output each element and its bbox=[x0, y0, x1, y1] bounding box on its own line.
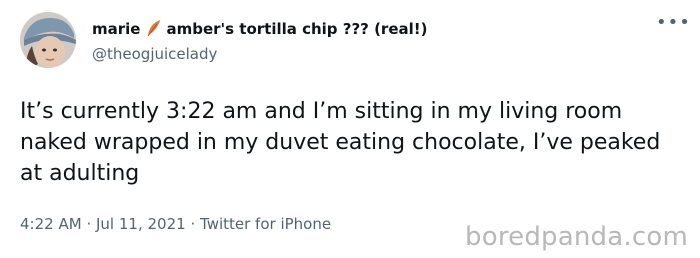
tweet-text: It’s currently 3:22 am and I’m sitting i… bbox=[20, 99, 661, 186]
feather-icon bbox=[146, 19, 162, 42]
watermark: boredpanda.com bbox=[465, 222, 688, 252]
avatar[interactable] bbox=[20, 12, 76, 68]
tweet-time[interactable]: 4:22 AM bbox=[20, 215, 82, 233]
meta-separator: · bbox=[86, 215, 92, 233]
tweet-metadata: 4:22 AM · Jul 11, 2021 · Twitter for iPh… bbox=[20, 214, 331, 234]
display-name-part1: marie bbox=[92, 20, 141, 38]
display-name[interactable]: marie amber's tortilla chip ??? (real!) bbox=[92, 19, 427, 42]
avatar-image bbox=[20, 12, 76, 68]
display-name-part2: amber's tortilla chip ??? (real!) bbox=[166, 20, 428, 38]
tweet-source[interactable]: Twitter for iPhone bbox=[200, 215, 331, 233]
tweet-card: marie amber's tortilla chip ??? (real!) … bbox=[0, 0, 700, 258]
tweet-date[interactable]: Jul 11, 2021 bbox=[96, 215, 186, 233]
user-handle[interactable]: @theogjuicelady bbox=[92, 44, 217, 64]
more-options-icon[interactable]: ••• bbox=[656, 14, 690, 36]
meta-separator: · bbox=[190, 215, 196, 233]
